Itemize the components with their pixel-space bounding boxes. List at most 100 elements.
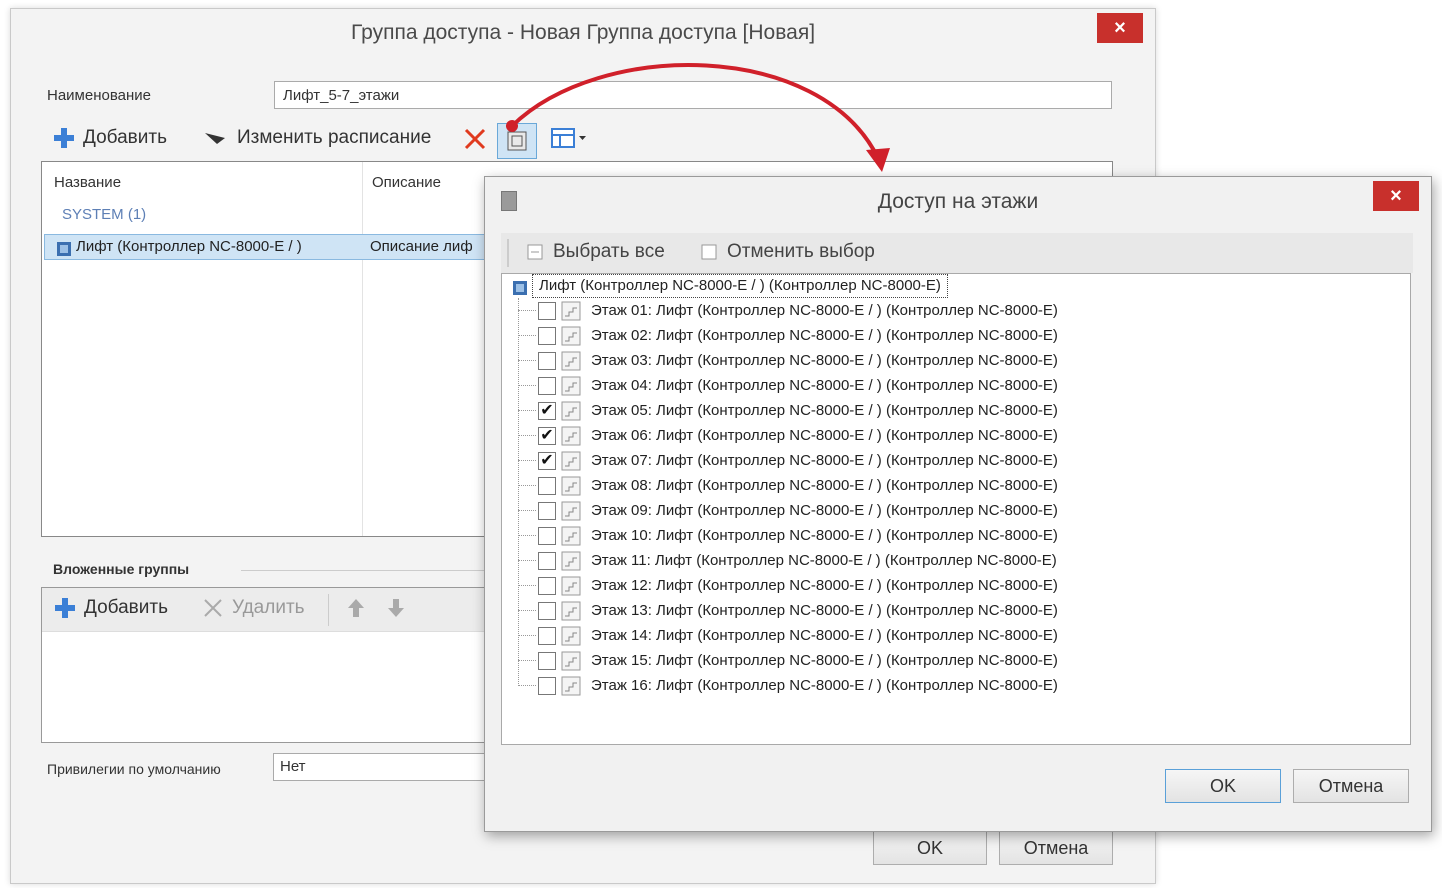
floor-checkbox[interactable]	[538, 526, 556, 545]
floor-checkbox[interactable]	[538, 576, 556, 595]
floor-item[interactable]: Этаж 08: Лифт (Контроллер NC-8000-E / ) …	[518, 473, 1058, 498]
floor-icon	[561, 576, 581, 596]
floor-item[interactable]: Этаж 02: Лифт (Контроллер NC-8000-E / ) …	[518, 323, 1058, 348]
floor-item[interactable]: Этаж 01: Лифт (Контроллер NC-8000-E / ) …	[518, 298, 1058, 323]
floor-label: Этаж 16: Лифт (Контроллер NC-8000-E / ) …	[591, 677, 1058, 694]
floor-icon	[561, 651, 581, 671]
nested-add-button[interactable]: Добавить	[54, 597, 168, 619]
nested-add-label: Добавить	[84, 597, 168, 618]
floor-item[interactable]: Этаж 12: Лифт (Контроллер NC-8000-E / ) …	[518, 573, 1058, 598]
dialog-toolbar: Выбрать все Отменить выбор	[501, 233, 1413, 273]
change-schedule-button[interactable]: Изменить расписание	[203, 127, 431, 149]
red-x-icon	[463, 127, 487, 151]
view-menu-button[interactable]	[551, 127, 587, 149]
floor-checkbox[interactable]	[538, 301, 556, 320]
move-down-button[interactable]	[386, 597, 406, 619]
floor-checkbox[interactable]	[538, 351, 556, 370]
controller-icon	[56, 241, 72, 262]
add-button-label: Добавить	[83, 127, 167, 148]
floor-item[interactable]: Этаж 16: Лифт (Контроллер NC-8000-E / ) …	[518, 673, 1058, 698]
column-header-description[interactable]: Описание	[372, 174, 441, 191]
toolbar-separator	[328, 594, 329, 626]
nested-delete-button[interactable]: Удалить	[202, 597, 305, 619]
floors-access-button[interactable]	[497, 123, 537, 159]
add-button[interactable]: Добавить	[53, 127, 167, 149]
select-all-label: Выбрать все	[553, 241, 665, 262]
floor-label: Этаж 14: Лифт (Контроллер NC-8000-E / ) …	[591, 627, 1058, 644]
deselect-icon	[701, 244, 717, 260]
deselect-button[interactable]: Отменить выбор	[701, 241, 875, 263]
floor-item[interactable]: Этаж 04: Лифт (Контроллер NC-8000-E / ) …	[518, 373, 1058, 398]
floor-checkbox[interactable]	[538, 476, 556, 495]
arrow-up-icon	[346, 597, 366, 619]
floor-label: Этаж 01: Лифт (Контроллер NC-8000-E / ) …	[591, 302, 1058, 319]
column-divider	[362, 162, 363, 536]
toolbar-grip	[507, 239, 509, 267]
close-button[interactable]: ×	[1097, 13, 1143, 43]
dialog-close-button[interactable]: ×	[1373, 181, 1419, 211]
tree-connector	[518, 435, 536, 436]
floor-item[interactable]: Этаж 14: Лифт (Контроллер NC-8000-E / ) …	[518, 623, 1058, 648]
move-up-button[interactable]	[346, 597, 366, 619]
ok-button[interactable]: OK	[873, 831, 987, 865]
select-all-button[interactable]: Выбрать все	[527, 241, 665, 263]
column-header-name[interactable]: Название	[54, 174, 121, 191]
floor-item[interactable]: Этаж 10: Лифт (Контроллер NC-8000-E / ) …	[518, 523, 1058, 548]
floor-checkbox[interactable]	[538, 626, 556, 645]
tree-connector	[518, 460, 536, 461]
floor-item[interactable]: ✔ Этаж 07: Лифт (Контроллер NC-8000-E / )…	[518, 448, 1058, 473]
group-row-system[interactable]: SYSTEM (1)	[62, 206, 146, 223]
floor-label: Этаж 08: Лифт (Контроллер NC-8000-E / ) …	[591, 477, 1058, 494]
floor-label: Этаж 02: Лифт (Контроллер NC-8000-E / ) …	[591, 327, 1058, 344]
floor-label: Этаж 05: Лифт (Контроллер NC-8000-E / ) …	[591, 402, 1058, 419]
floor-checkbox[interactable]: ✔	[538, 401, 556, 420]
tree-connector	[518, 585, 536, 586]
floor-checkbox[interactable]	[538, 551, 556, 570]
close-icon	[202, 597, 224, 619]
floor-item[interactable]: ✔ Этаж 05: Лифт (Контроллер NC-8000-E / )…	[518, 398, 1058, 423]
floor-checkbox[interactable]: ✔	[538, 426, 556, 445]
floor-item[interactable]: Этаж 15: Лифт (Контроллер NC-8000-E / ) …	[518, 648, 1058, 673]
change-schedule-label: Изменить расписание	[237, 127, 432, 148]
floor-item[interactable]: Этаж 11: Лифт (Контроллер NC-8000-E / ) …	[518, 548, 1057, 573]
tree-connector	[518, 385, 536, 386]
floor-checkbox[interactable]	[538, 501, 556, 520]
grid-view-icon	[551, 127, 587, 149]
plus-icon	[54, 597, 76, 619]
deselect-label: Отменить выбор	[727, 241, 875, 262]
floor-checkbox[interactable]	[538, 601, 556, 620]
plus-icon	[53, 127, 75, 149]
tree-connector	[518, 660, 536, 661]
floor-icon	[561, 326, 581, 346]
clock-icon	[203, 130, 229, 146]
floor-icon	[561, 676, 581, 696]
floor-checkbox[interactable]	[538, 651, 556, 670]
floor-checkbox[interactable]	[538, 376, 556, 395]
dialog-ok-button[interactable]: OK	[1165, 769, 1281, 803]
floor-item[interactable]: Этаж 09: Лифт (Контроллер NC-8000-E / ) …	[518, 498, 1058, 523]
floor-label: Этаж 15: Лифт (Контроллер NC-8000-E / ) …	[591, 652, 1058, 669]
floor-checkbox[interactable]	[538, 676, 556, 695]
floor-icon	[561, 601, 581, 621]
floor-label: Этаж 13: Лифт (Контроллер NC-8000-E / ) …	[591, 602, 1058, 619]
floor-item[interactable]: ✔ Этаж 06: Лифт (Контроллер NC-8000-E / )…	[518, 423, 1058, 448]
table-cell-name: Лифт (Контроллер NC-8000-E / )	[76, 238, 302, 255]
delete-button[interactable]	[463, 127, 487, 151]
floor-label: Этаж 11: Лифт (Контроллер NC-8000-E / ) …	[591, 552, 1057, 569]
floor-checkbox[interactable]	[538, 326, 556, 345]
floor-label: Этаж 03: Лифт (Контроллер NC-8000-E / ) …	[591, 352, 1058, 369]
floor-item[interactable]: Этаж 13: Лифт (Контроллер NC-8000-E / ) …	[518, 598, 1058, 623]
cancel-button[interactable]: Отмена	[999, 831, 1113, 865]
tree-connector	[518, 335, 536, 336]
floor-item[interactable]: Этаж 03: Лифт (Контроллер NC-8000-E / ) …	[518, 348, 1058, 373]
dialog-cancel-button[interactable]: Отмена	[1293, 769, 1409, 803]
floor-checkbox[interactable]: ✔	[538, 451, 556, 470]
tree-connector	[518, 535, 536, 536]
floor-icon	[561, 501, 581, 521]
floor-icon	[561, 626, 581, 646]
floor-icon	[561, 426, 581, 446]
table-cell-description: Описание лиф	[370, 238, 473, 255]
name-input[interactable]	[274, 81, 1112, 109]
tree-root-node[interactable]: Лифт (Контроллер NC-8000-E / ) (Контролл…	[532, 274, 948, 298]
default-privileges-select[interactable]: Нет	[273, 753, 513, 781]
